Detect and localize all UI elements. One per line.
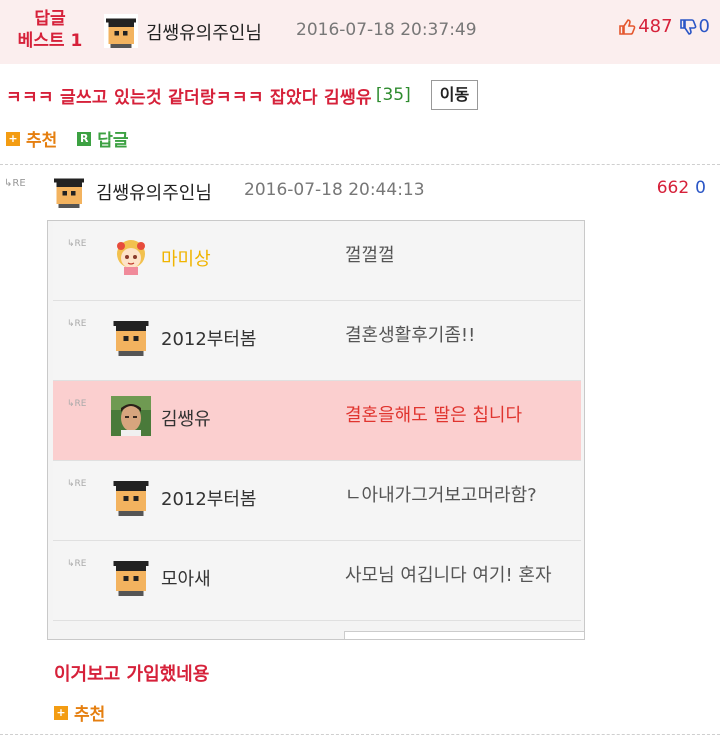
- comment-up-count: 662: [656, 178, 690, 198]
- recommend-label: 추천: [26, 131, 58, 151]
- embedded-username: 모아새: [161, 569, 211, 590]
- comment-down-count: 0: [695, 178, 706, 198]
- embedded-comment-row: ↳RE 마미상 껄껄껄: [53, 221, 581, 301]
- photo-avatar-icon: [111, 396, 151, 436]
- post-up-count: 487: [638, 16, 673, 37]
- comment-recommend-button[interactable]: + 추천: [54, 700, 105, 725]
- divider: [0, 734, 720, 735]
- reply-arrow-icon: ↳RE: [67, 319, 87, 329]
- reply-arrow-icon: ↳RE: [67, 479, 87, 489]
- recommend-button[interactable]: + 추천: [6, 126, 57, 151]
- plus-icon: +: [6, 131, 20, 146]
- embedded-username: 김쌩유: [161, 409, 211, 430]
- reply-label: 답글: [97, 131, 129, 151]
- embedded-message: 결혼생활후기좀!!: [345, 325, 476, 346]
- reply-arrow-icon: ↳RE: [4, 178, 26, 189]
- pixel-avatar-icon[interactable]: [104, 14, 138, 48]
- embedded-comment-row: ↳RE 모아새 사모님 여깁니다 여기! 혼자: [53, 541, 581, 621]
- recommend-label: 추천: [74, 705, 106, 725]
- reply-icon: R: [77, 131, 92, 146]
- reply-arrow-icon: ↳RE: [67, 559, 87, 569]
- best-reply-badge: 답글 베스트 1: [10, 8, 90, 52]
- cartoon-girl-avatar-icon: [117, 240, 145, 275]
- post-title[interactable]: ㅋㅋㅋ 글쓰고 있는것 같더랑ㅋㅋㅋ 잡았다 김쌩유: [6, 83, 372, 108]
- embedded-message: 결혼을해도 딸은 칩니다: [345, 405, 523, 426]
- reply-arrow-icon: ↳RE: [67, 399, 87, 409]
- pixel-avatar-icon: [113, 481, 149, 516]
- reply-button[interactable]: R 답글: [77, 126, 129, 151]
- comment-date: 2016-07-18 20:44:13: [244, 180, 425, 200]
- embedded-message: 껄껄껄: [345, 245, 395, 266]
- post-comment-count: [35]: [375, 85, 411, 105]
- embedded-username: 마미상: [161, 249, 211, 270]
- comment-text: 이거보고 가입했네용: [54, 664, 210, 685]
- post-down-count: 0: [698, 16, 710, 37]
- move-button[interactable]: 이동: [430, 80, 479, 110]
- post-date: 2016-07-18 20:37:49: [296, 20, 477, 40]
- embedded-input-edge: [344, 631, 584, 639]
- embedded-message: ㄴ아내가그거보고머라함?: [345, 485, 537, 506]
- badge-line-2: 베스트 1: [17, 31, 83, 51]
- plus-icon: +: [54, 705, 68, 720]
- divider: [0, 164, 720, 165]
- embedded-comment-row: ↳RE 2012부터봄 결혼생활후기좀!!: [53, 301, 581, 381]
- pixel-avatar-icon[interactable]: [52, 174, 86, 208]
- thumbs-up-icon[interactable]: [618, 18, 636, 36]
- comment-votes: 662 0: [657, 178, 706, 198]
- embedded-message: 사모님 여깁니다 여기! 혼자: [345, 565, 552, 586]
- pixel-avatar-icon: [113, 561, 149, 596]
- thumbs-down-icon[interactable]: [679, 18, 697, 36]
- comment-author[interactable]: 김쌩유의주인님: [96, 179, 212, 205]
- reply-arrow-icon: ↳RE: [67, 239, 87, 249]
- post-header: 답글 베스트 1 김쌩유의주인님 2016-07-18 20:37:49 487…: [0, 0, 720, 64]
- post-votes: 487 0: [618, 16, 710, 37]
- embedded-screenshot: ↳RE 마미상 껄껄껄 ↳RE 2012부터봄 결혼생활후기좀!! ↳RE 김쌩…: [47, 220, 585, 640]
- embedded-username: 2012부터봄: [161, 489, 257, 510]
- badge-line-1: 답글: [34, 9, 66, 29]
- pixel-avatar-icon: [113, 321, 149, 356]
- post-actions: + 추천 R 답글: [6, 126, 129, 151]
- embedded-comment-row: ↳RE 2012부터봄 ㄴ아내가그거보고머라함?: [53, 461, 581, 541]
- embedded-comment-row-highlighted: ↳RE 김쌩유 결혼을해도 딸은 칩니다: [53, 381, 581, 461]
- post-title-row: ㅋㅋㅋ 글쓰고 있는것 같더랑ㅋㅋㅋ 잡았다 김쌩유 [35] 이동: [6, 80, 479, 110]
- post-author[interactable]: 김쌩유의주인님: [146, 19, 262, 45]
- embedded-username: 2012부터봄: [161, 329, 257, 350]
